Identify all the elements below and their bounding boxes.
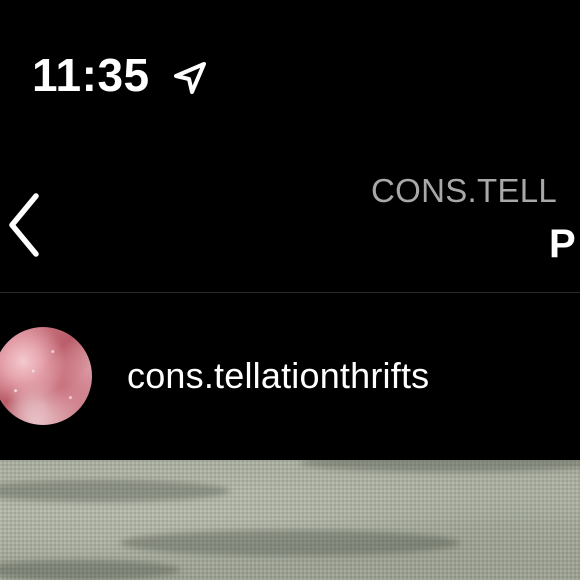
- header-username: CONS.TELL: [371, 172, 558, 209]
- app-screen: 11:35 CONS.TELL P cons.tellationthrifts: [0, 0, 580, 580]
- location-arrow-icon: [174, 62, 206, 94]
- fabric-crease: [300, 460, 580, 472]
- avatar[interactable]: [0, 327, 92, 425]
- post-image[interactable]: [0, 460, 580, 580]
- fabric-crease: [0, 560, 180, 580]
- header: CONS.TELL P: [0, 150, 580, 292]
- status-time: 11:35: [32, 49, 150, 101]
- header-title: P: [549, 222, 576, 266]
- back-button[interactable]: [2, 190, 46, 260]
- status-bar: 11:35: [0, 0, 580, 140]
- post-author-row: cons.tellationthrifts: [0, 293, 580, 460]
- fabric-crease: [0, 480, 230, 502]
- chevron-left-icon: [9, 193, 39, 257]
- fabric-crease: [120, 530, 460, 556]
- author-username[interactable]: cons.tellationthrifts: [127, 355, 429, 397]
